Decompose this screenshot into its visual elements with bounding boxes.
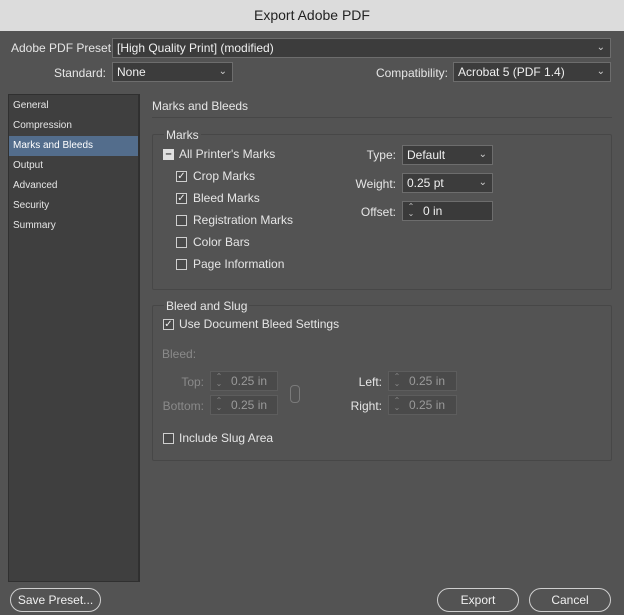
use-document-bleed-label: Use Document Bleed Settings	[179, 317, 340, 331]
sidebar-item-marks-and-bleeds[interactable]: Marks and Bleeds	[9, 136, 138, 156]
section-title-divider	[152, 117, 612, 118]
chevron-down-icon: ⌄	[596, 42, 605, 53]
bleed-left-field[interactable]: ⌃ ⌄ 0.25 in	[388, 371, 457, 391]
chevron-down-icon: ⌄	[218, 66, 227, 77]
standard-label: Standard:	[53, 66, 106, 80]
sidebar-divider	[139, 94, 140, 582]
offset-field[interactable]: ⌃ ⌄ 0 in	[402, 201, 493, 221]
type-label: Type:	[366, 148, 396, 162]
chain-link-icon[interactable]	[290, 385, 300, 403]
bleed-bottom-field[interactable]: ⌃ ⌄ 0.25 in	[210, 395, 278, 415]
bleed-top-field[interactable]: ⌃ ⌄ 0.25 in	[210, 371, 278, 391]
crop-marks-label: Crop Marks	[193, 169, 256, 183]
preset-label: Adobe PDF Preset:	[11, 41, 115, 55]
sidebar-item-security[interactable]: Security	[9, 196, 138, 216]
save-preset-button[interactable]: Save Preset...	[10, 588, 101, 612]
bleed-left-label: Left:	[358, 375, 382, 389]
type-value: Default	[407, 148, 446, 162]
stepper-icon[interactable]: ⌃ ⌄	[391, 373, 403, 389]
offset-label: Offset:	[360, 205, 396, 219]
bleed-marks-checkbox[interactable]: ✓	[176, 193, 187, 204]
sidebar-item-summary[interactable]: Summary	[9, 216, 138, 236]
use-document-bleed-checkbox[interactable]: ✓	[163, 319, 174, 330]
sidebar-item-general[interactable]: General	[9, 96, 138, 116]
stepper-icon[interactable]: ⌃ ⌄	[213, 397, 225, 413]
color-bars-checkbox[interactable]	[176, 237, 187, 248]
bleed-slug-group-label: Bleed and Slug	[164, 299, 250, 313]
weight-label: Weight:	[355, 177, 396, 191]
bleed-right-value: 0.25 in	[409, 398, 446, 412]
sidebar: General Compression Marks and Bleeds Out…	[8, 94, 139, 582]
bleed-bottom-value: 0.25 in	[231, 398, 268, 412]
window-title-bar: Export Adobe PDF	[0, 0, 624, 31]
bleed-right-label: Right:	[350, 399, 382, 413]
sidebar-item-advanced[interactable]: Advanced	[9, 176, 138, 196]
stepper-icon[interactable]: ⌃ ⌄	[405, 203, 417, 219]
registration-marks-checkbox[interactable]	[176, 215, 187, 226]
chevron-down-icon: ⌄	[478, 149, 487, 160]
bleed-right-field[interactable]: ⌃ ⌄ 0.25 in	[388, 395, 457, 415]
weight-value: 0.25 pt	[407, 176, 444, 190]
color-bars-label: Color Bars	[193, 235, 250, 249]
offset-value: 0 in	[423, 204, 443, 218]
checkmark-icon: ✓	[177, 171, 186, 182]
preset-select[interactable]: [High Quality Print] (modified) ⌄	[112, 38, 611, 58]
page-information-label: Page Information	[193, 257, 285, 271]
bleed-top-label: Top:	[181, 375, 204, 389]
checkmark-icon: ✓	[164, 319, 173, 330]
include-slug-label: Include Slug Area	[179, 431, 274, 445]
chevron-down-icon: ⌄	[596, 66, 605, 77]
registration-marks-label: Registration Marks	[193, 213, 294, 227]
cancel-button[interactable]: Cancel	[529, 588, 611, 612]
sidebar-item-output[interactable]: Output	[9, 156, 138, 176]
window-title: Export Adobe PDF	[254, 7, 370, 23]
compatibility-value: Acrobat 5 (PDF 1.4)	[458, 65, 565, 79]
compatibility-select[interactable]: Acrobat 5 (PDF 1.4) ⌄	[453, 62, 611, 82]
type-select[interactable]: Default ⌄	[402, 145, 493, 165]
page-information-checkbox[interactable]	[176, 259, 187, 270]
weight-select[interactable]: 0.25 pt ⌄	[402, 173, 493, 193]
section-title: Marks and Bleeds	[152, 99, 249, 113]
bleed-left-value: 0.25 in	[409, 374, 446, 388]
bleed-bottom-label: Bottom:	[162, 399, 204, 413]
standard-value: None	[117, 65, 146, 79]
bleed-marks-label: Bleed Marks	[193, 191, 260, 205]
bleed-label: Bleed:	[162, 347, 197, 361]
crop-marks-checkbox[interactable]: ✓	[176, 171, 187, 182]
stepper-icon[interactable]: ⌃ ⌄	[391, 397, 403, 413]
sidebar-item-compression[interactable]: Compression	[9, 116, 138, 136]
standard-select[interactable]: None ⌄	[112, 62, 233, 82]
compatibility-label: Compatibility:	[375, 66, 448, 80]
all-printers-marks-checkbox[interactable]: –	[163, 149, 174, 160]
all-printers-marks-label: All Printer's Marks	[179, 147, 276, 161]
preset-value: [High Quality Print] (modified)	[117, 41, 274, 55]
export-button[interactable]: Export	[437, 588, 519, 612]
include-slug-checkbox[interactable]	[163, 433, 174, 444]
stepper-icon[interactable]: ⌃ ⌄	[213, 373, 225, 389]
chevron-down-icon: ⌄	[478, 177, 487, 188]
bleed-top-value: 0.25 in	[231, 374, 268, 388]
checkmark-icon: ✓	[177, 193, 186, 204]
marks-group-label: Marks	[164, 128, 201, 142]
